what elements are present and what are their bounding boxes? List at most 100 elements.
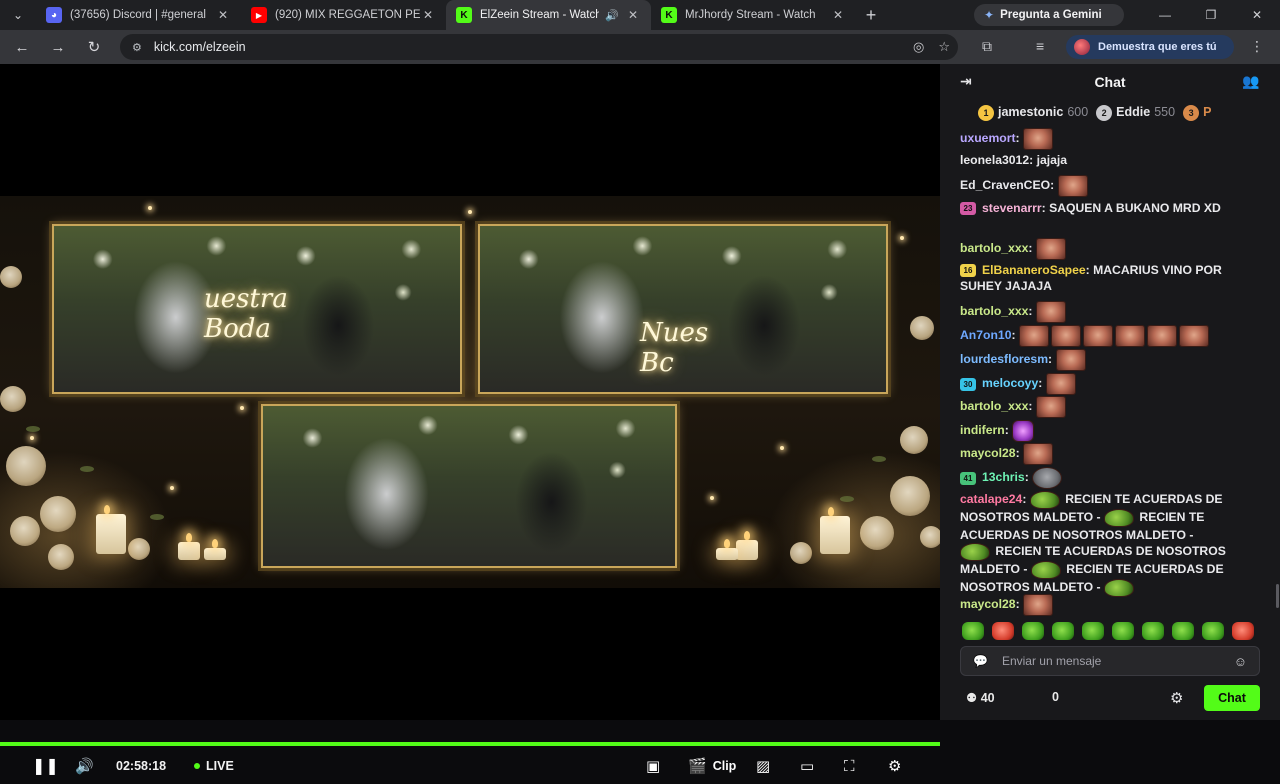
settings-button[interactable]: ⚙ [888, 748, 901, 784]
emote[interactable] [1029, 491, 1060, 509]
leaderboard-item[interactable]: 2 Eddie 550 [1096, 105, 1175, 121]
emote[interactable] [1104, 509, 1134, 527]
new-tab-button[interactable]: + [856, 5, 886, 26]
emote[interactable] [1023, 594, 1054, 616]
back-button[interactable]: ← [4, 30, 40, 64]
emote[interactable] [1030, 561, 1061, 579]
chat-username[interactable]: bartolo_xxx [960, 241, 1028, 255]
close-icon[interactable]: ✕ [215, 8, 231, 22]
extensions-icon[interactable]: ⧉ [982, 38, 992, 55]
leaderboard-item[interactable]: 3P [1183, 105, 1211, 121]
chat-scrollbar[interactable] [1276, 584, 1279, 608]
theater-mode-button[interactable]: ▣ [646, 748, 660, 784]
chat-username[interactable]: ElBananeroSapee [982, 263, 1086, 277]
site-info-icon[interactable]: ⚙ [132, 41, 142, 54]
close-window-button[interactable]: ✕ [1234, 0, 1280, 30]
chat-username[interactable]: maycol28 [960, 597, 1016, 611]
tab-youtube[interactable]: ▶ (920) MIX REGGAETON PE ✕ [241, 0, 446, 30]
pause-button[interactable]: ❚❚ [32, 748, 59, 784]
minimize-button[interactable]: — [1142, 0, 1188, 30]
chat-username[interactable]: indifern [960, 423, 1005, 437]
emote[interactable] [1146, 325, 1177, 347]
tab-mrjhordy[interactable]: K MrJhordy Stream - Watch ✕ [651, 0, 856, 30]
mini-player-button[interactable]: ▭ [800, 748, 814, 784]
avatar [1074, 39, 1090, 55]
chat-username[interactable]: leonela3012 [960, 153, 1029, 167]
leaderboard-item[interactable]: 1 jamestonic 600 [978, 105, 1088, 121]
quick-emote[interactable] [1142, 622, 1164, 640]
emote[interactable] [1022, 128, 1053, 150]
quick-emote[interactable] [1232, 622, 1254, 640]
video-player[interactable]: uestra Boda Nues Bc ❚❚ 🔊 02:58:18 LIVE ▣… [0, 64, 940, 775]
quick-emote[interactable] [1022, 622, 1044, 640]
maximize-button[interactable]: ❐ [1188, 0, 1234, 30]
chat-username[interactable]: bartolo_xxx [960, 304, 1028, 318]
emote[interactable] [1035, 238, 1066, 260]
emote[interactable] [1082, 325, 1113, 347]
close-icon[interactable]: ✕ [420, 8, 436, 22]
chat-username[interactable]: maycol28 [960, 446, 1016, 460]
eye-slash-icon[interactable]: ◎ [913, 39, 924, 55]
emote[interactable] [1114, 325, 1145, 347]
emote[interactable] [960, 543, 990, 561]
chat-username[interactable]: bartolo_xxx [960, 399, 1028, 413]
quick-emote[interactable] [1172, 622, 1194, 640]
quick-emote[interactable] [1202, 622, 1224, 640]
gemini-button[interactable]: ✦ Pregunta a Gemini [974, 4, 1124, 26]
media-icon[interactable]: ≡ [1036, 38, 1044, 54]
chat-username[interactable]: 13chris [982, 470, 1025, 484]
emote[interactable] [1012, 420, 1035, 442]
chat-username[interactable]: lourdesfloresm [960, 352, 1048, 366]
emote[interactable] [1045, 373, 1076, 395]
star-icon[interactable]: ☆ [938, 39, 950, 55]
forward-button[interactable]: → [40, 30, 76, 64]
emote[interactable] [1023, 443, 1054, 465]
quick-emote[interactable] [992, 622, 1014, 640]
chat-username[interactable]: melocoyy [982, 376, 1038, 390]
fullscreen-button[interactable]: ⛶ [844, 748, 855, 784]
chat-username[interactable]: stevenarrr [982, 201, 1042, 215]
emote[interactable] [1032, 467, 1063, 489]
users-icon[interactable]: 👥 [1242, 73, 1259, 90]
emote[interactable] [1018, 325, 1049, 347]
tab-title: ElZeein Stream - Watch [480, 9, 600, 21]
chat-username[interactable]: Ed_CravenCEO [960, 178, 1050, 192]
tab-elzeein[interactable]: K ElZeein Stream - Watch 🔊 ✕ [446, 0, 651, 30]
chat-username[interactable]: uxuemort [960, 131, 1016, 145]
close-icon[interactable]: ✕ [625, 8, 641, 22]
chat-bubble-icon[interactable]: 💬 [973, 654, 988, 668]
clip-button[interactable]: 🎬 Clip [688, 748, 736, 784]
emoji-icon[interactable]: ☺ [1234, 654, 1247, 669]
emote[interactable] [1035, 396, 1066, 418]
quick-emote[interactable] [1112, 622, 1134, 640]
leader-name: Eddie [1116, 105, 1151, 119]
speaker-icon[interactable]: 🔊 [605, 9, 619, 22]
chat-username[interactable]: catalape24 [960, 492, 1022, 506]
send-chat-button[interactable]: Chat [1204, 685, 1260, 711]
reload-button[interactable]: ↻ [76, 30, 112, 64]
volume-button[interactable]: 🔊 [75, 748, 94, 784]
chat-username[interactable]: An7on10 [960, 328, 1011, 342]
quick-emote[interactable] [962, 622, 984, 640]
quick-emote[interactable] [1082, 622, 1104, 640]
collapse-chat-icon[interactable]: ⇥ [960, 73, 972, 90]
chat-message-input[interactable]: 💬 Enviar un mensaje ☺ [960, 646, 1260, 676]
settings-icon[interactable]: ⚙ [1170, 689, 1183, 707]
tab-search-menu[interactable]: ⌄ [0, 0, 36, 30]
viewer-count[interactable]: ⚉ 40 [966, 690, 995, 705]
progress-bar[interactable] [0, 742, 940, 746]
emote[interactable] [1057, 175, 1088, 197]
emote[interactable] [1035, 301, 1066, 323]
close-icon[interactable]: ✕ [830, 8, 846, 22]
tab-discord[interactable]: ◕ (37656) Discord | #general ✕ [36, 0, 241, 30]
emote[interactable] [1055, 349, 1086, 371]
chat-message: bartolo_xxx: [960, 301, 1260, 323]
emote[interactable] [1050, 325, 1081, 347]
no-video-button[interactable]: ▨ [756, 748, 770, 784]
emote[interactable] [1178, 325, 1209, 347]
kebab-icon[interactable]: ⋮ [1250, 38, 1264, 55]
profile-button[interactable]: Demuestra que eres tú [1066, 35, 1234, 59]
address-bar[interactable]: ⚙ kick.com/elzeein ◎ ☆ [120, 34, 958, 60]
quick-emote[interactable] [1052, 622, 1074, 640]
live-indicator[interactable]: LIVE [194, 748, 234, 784]
